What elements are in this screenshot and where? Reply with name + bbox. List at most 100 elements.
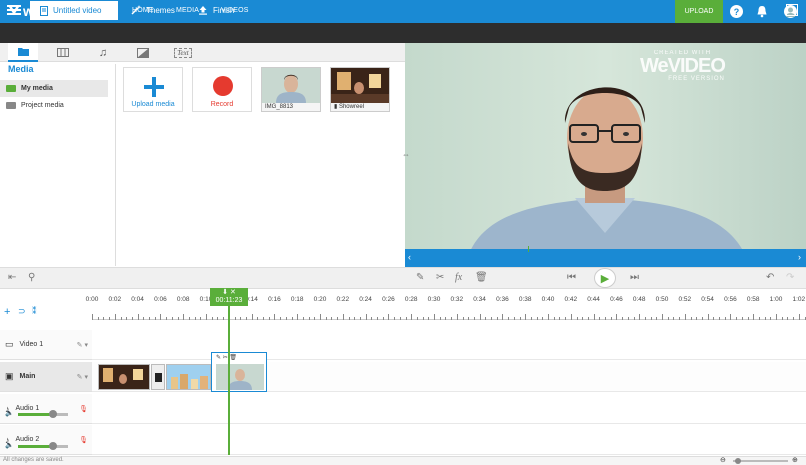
skip-forward-icon[interactable]: ⏭ xyxy=(630,272,639,283)
mic-icon[interactable]: 🎙 xyxy=(79,405,88,413)
volume-fill xyxy=(18,445,53,448)
pencil-icon[interactable]: ✎ xyxy=(416,272,424,283)
upload-button[interactable]: UPLOAD xyxy=(675,0,723,23)
zoom-search-icon[interactable]: ⚲ xyxy=(28,272,35,283)
video-1-lane[interactable] xyxy=(92,330,806,360)
add-track-icon[interactable]: + xyxy=(4,306,10,318)
ruler-tick xyxy=(285,317,287,320)
audio-2-lane[interactable] xyxy=(92,425,806,455)
clip-showreel[interactable] xyxy=(98,364,150,390)
ruler-tick-label: 0:26 xyxy=(382,296,395,303)
tab-audio[interactable]: ♫ xyxy=(88,43,118,62)
ruler-tick xyxy=(388,314,390,320)
split-icon[interactable]: ⁑ xyxy=(32,306,37,317)
zoom-slider[interactable] xyxy=(733,458,788,464)
timeline-ruler[interactable]: 0:000:020:040:060:080:100:120:140:160:18… xyxy=(86,290,806,320)
audio-1-lane[interactable] xyxy=(92,394,806,424)
speaker-icon[interactable]: 🔈 xyxy=(5,409,14,417)
fx-icon[interactable]: fx xyxy=(455,272,462,283)
mic-icon[interactable]: 🎙 xyxy=(79,436,88,444)
volume-knob[interactable] xyxy=(49,442,57,450)
ruler-tick xyxy=(684,314,686,320)
track-audio-1[interactable]: ♪ Audio 1 🎙 xyxy=(0,394,92,424)
clip-transition[interactable] xyxy=(151,364,165,390)
ruler-tick xyxy=(565,317,567,320)
ruler-tick xyxy=(741,317,743,320)
track-name: Audio 2 xyxy=(15,436,40,443)
ruler-tick xyxy=(320,314,321,320)
media-thumb-showreel[interactable]: ▮ Showreel xyxy=(330,67,390,112)
track-main[interactable]: ▣ Main ✎ ▾ xyxy=(0,362,92,392)
trash-icon[interactable]: 🗑 xyxy=(475,272,488,283)
ruler-tick xyxy=(411,314,413,320)
ruler-tick xyxy=(131,317,133,320)
ruler-tick xyxy=(154,317,156,320)
track-video-1[interactable]: ▭ Video 1 ✎ ▾ xyxy=(0,330,92,360)
ruler-tick-label: 0:32 xyxy=(450,296,464,303)
ruler-tick xyxy=(257,317,259,320)
project-title-tab[interactable]: Untitled video xyxy=(30,1,118,20)
tab-media[interactable] xyxy=(8,43,38,62)
ruler-tick xyxy=(730,314,732,320)
ruler-tick xyxy=(291,317,293,320)
zoom-slider-knob[interactable] xyxy=(735,458,741,464)
zoom-in-icon[interactable]: ⊕ xyxy=(792,456,798,464)
track-options-icon[interactable]: ✎ ▾ xyxy=(77,341,88,349)
magnet-icon[interactable]: ⊃ xyxy=(18,306,26,317)
ruler-tick xyxy=(548,314,549,320)
finish-button[interactable]: Finish xyxy=(198,5,234,15)
chevron-left-icon[interactable]: ‹ xyxy=(408,252,411,262)
panel-divider xyxy=(115,64,116,266)
redo-icon[interactable]: ↷ xyxy=(786,272,794,283)
timeline-playhead[interactable] xyxy=(228,300,230,455)
ruler-tick-label: 0:28 xyxy=(404,296,418,303)
ruler-tick-label: 0:18 xyxy=(290,296,304,303)
media-thumb-img-8813[interactable]: IMG_8813 xyxy=(261,67,321,112)
tab-text[interactable]: Text xyxy=(168,43,198,62)
playhead-time-badge[interactable]: ⬇ ✕ 00:11:23 xyxy=(210,288,248,306)
zoom-out-icon[interactable]: ⊖ xyxy=(720,456,726,464)
record-tile[interactable]: Record xyxy=(192,67,252,112)
tab-transitions[interactable] xyxy=(128,43,158,62)
record-label: Record xyxy=(210,101,234,108)
volume-knob[interactable] xyxy=(49,410,57,418)
ruler-tick xyxy=(804,317,806,320)
ruler-tick xyxy=(149,317,150,320)
help-icon[interactable]: ? xyxy=(730,5,743,18)
clip-tools-icons[interactable]: ✎ ✂ 🗑 xyxy=(216,354,237,361)
preview-scrub-bar[interactable]: ‹ › xyxy=(405,246,806,267)
timeline-collapse-icon[interactable]: ⇤ xyxy=(8,272,16,283)
tab-transitions-grid[interactable] xyxy=(48,43,78,62)
ruler-tick xyxy=(211,317,213,320)
undo-icon[interactable]: ↶ xyxy=(766,272,774,283)
ruler-tick xyxy=(519,317,521,320)
upload-media-tile[interactable]: Upload media xyxy=(123,67,183,112)
sidebar-item-my-media[interactable]: My media xyxy=(0,80,108,97)
resize-handle-icon[interactable]: ⇔ xyxy=(402,150,410,159)
chevron-right-icon[interactable]: › xyxy=(798,252,801,262)
clip-city[interactable] xyxy=(166,364,211,390)
speaker-icon[interactable]: 🔈 xyxy=(5,441,14,449)
ruler-tick xyxy=(633,317,635,320)
video-preview[interactable] xyxy=(405,43,806,267)
track-options-icon[interactable]: ✎ ▾ xyxy=(77,373,88,381)
film-icon: ▣ xyxy=(5,371,14,381)
clip-img-8813-selected[interactable]: ✎ ✂ 🗑 xyxy=(211,352,267,392)
fullscreen-icon[interactable] xyxy=(786,4,798,16)
play-button[interactable]: ▶ xyxy=(594,268,616,288)
ruler-tick xyxy=(696,317,698,320)
themes-button[interactable]: Themes xyxy=(131,5,175,15)
bell-icon[interactable] xyxy=(756,5,768,20)
cut-icon[interactable]: ✂ xyxy=(436,272,444,283)
transition-marker-icon xyxy=(155,373,162,382)
nav-media[interactable]: MEDIA xyxy=(176,7,199,14)
ruler-tick xyxy=(268,317,270,320)
track-audio-2[interactable]: ♪ Audio 2 🎙 xyxy=(0,425,92,455)
ruler-tick xyxy=(587,317,589,320)
sidebar-item-project-media[interactable]: Project media xyxy=(0,97,108,114)
ruler-tick xyxy=(337,317,339,320)
ruler-tick xyxy=(120,317,122,320)
hamburger-icon[interactable] xyxy=(7,5,21,15)
skip-back-icon[interactable]: ⏮ xyxy=(567,272,576,283)
ruler-tick xyxy=(245,317,247,320)
